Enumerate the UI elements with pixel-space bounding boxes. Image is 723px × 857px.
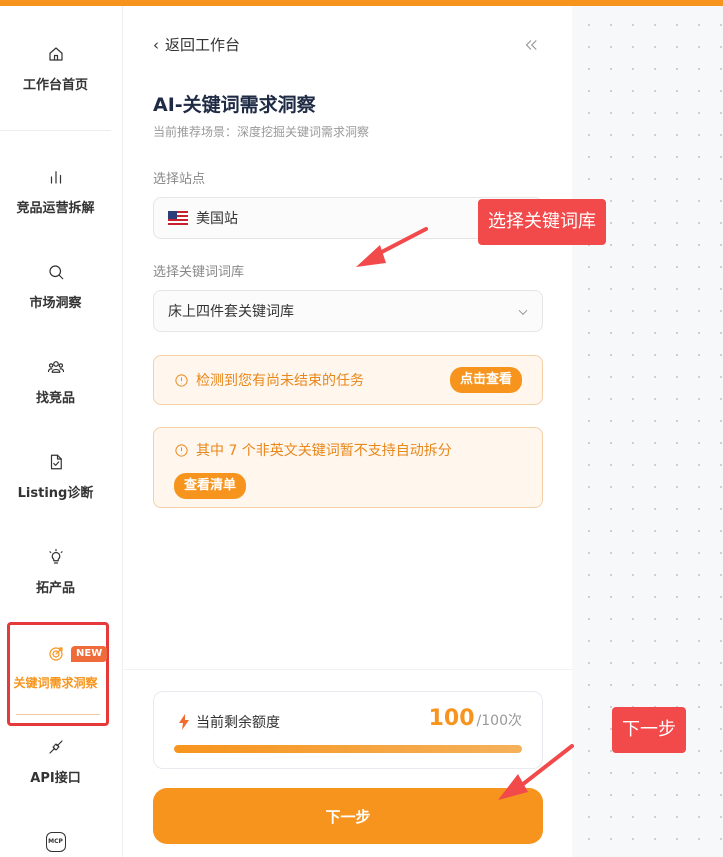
sidebar-item-label: 拓产品 xyxy=(35,581,75,596)
bar-chart-icon xyxy=(46,167,66,187)
quota-progress-fill xyxy=(174,745,522,753)
lightning-icon xyxy=(179,714,189,730)
quota-label: 当前剩余额度 xyxy=(196,715,280,731)
warning-icon xyxy=(174,443,190,459)
sidebar: 工作台首页 竞品运营拆解 市场洞察 找竞品 Listing诊断 拓产品 关键词需… xyxy=(0,6,123,857)
target-icon xyxy=(46,644,66,664)
sidebar-item-competitor-analysis[interactable]: 竞品运营拆解 xyxy=(0,167,111,216)
sidebar-item-find-competitor[interactable]: 找竞品 xyxy=(0,357,111,406)
new-badge: NEW xyxy=(71,646,108,662)
document-check-icon xyxy=(46,452,66,472)
sidebar-item-label: 找竞品 xyxy=(35,391,75,406)
page-title: AI-关键词需求洞察 xyxy=(153,94,316,116)
back-to-workbench-link[interactable]: ‹ 返回工作台 xyxy=(153,34,240,55)
sidebar-item-api[interactable]: API接口 xyxy=(0,737,111,786)
annotation-arrow-next xyxy=(498,744,574,800)
us-flag-icon xyxy=(168,211,188,225)
sidebar-item-label: 竞品运营拆解 xyxy=(16,201,95,216)
annotation-callout-library: 选择关键词库 xyxy=(478,199,606,245)
collapse-panel-icon[interactable] xyxy=(522,36,542,56)
quota-total: /100次 xyxy=(476,713,522,729)
library-value: 床上四件套关键词库 xyxy=(168,304,294,320)
users-icon xyxy=(46,357,66,377)
sidebar-item-listing-diagnosis[interactable]: Listing诊断 xyxy=(0,452,111,501)
notice-text: 检测到您有尚未结束的任务 xyxy=(196,373,364,389)
mcp-icon: MCP xyxy=(45,832,66,852)
library-label: 选择关键词词库 xyxy=(153,265,245,280)
sidebar-item-mcp[interactable]: MCP xyxy=(0,832,111,857)
chevron-down-icon xyxy=(516,305,530,319)
footer-divider xyxy=(124,669,572,670)
notice-text: 其中 7 个非英文关键词暂不支持自动拆分 xyxy=(196,443,452,459)
page-subtitle: 当前推荐场景：深度挖掘关键词需求洞察 xyxy=(153,125,370,139)
site-value: 美国站 xyxy=(196,211,238,227)
annotation-arrow-library xyxy=(356,227,428,267)
sidebar-item-label: API接口 xyxy=(30,771,81,786)
search-icon xyxy=(46,262,66,282)
plug-icon xyxy=(46,737,66,757)
warning-icon xyxy=(174,373,190,389)
site-label: 选择站点 xyxy=(153,172,206,187)
unfinished-task-notice: 检测到您有尚未结束的任务 点击查看 xyxy=(153,355,543,405)
view-task-button[interactable]: 点击查看 xyxy=(449,367,522,393)
quota-remaining: 100 xyxy=(428,706,475,731)
keyword-library-select[interactable]: 床上四件套关键词库 xyxy=(153,290,543,332)
next-step-button[interactable]: 下一步 xyxy=(153,788,543,844)
sidebar-item-label: Listing诊断 xyxy=(17,486,94,501)
back-label: 返回工作台 xyxy=(165,36,241,54)
view-list-button[interactable]: 查看清单 xyxy=(174,473,247,499)
sidebar-item-label: 市场洞察 xyxy=(29,296,82,311)
chevron-left-icon: ‹ xyxy=(153,35,159,54)
non-english-notice: 其中 7 个非英文关键词暂不支持自动拆分 查看清单 xyxy=(153,427,543,508)
annotation-callout-next: 下一步 xyxy=(612,707,686,753)
quota-progress-bar xyxy=(174,745,522,753)
sidebar-item-market-insight[interactable]: 市场洞察 xyxy=(0,262,111,311)
sidebar-item-label: 关键词需求洞察 xyxy=(13,676,98,690)
lightbulb-icon xyxy=(46,547,66,567)
sidebar-divider xyxy=(0,130,111,131)
sidebar-item-label: 工作台首页 xyxy=(22,78,88,93)
sidebar-item-home[interactable]: 工作台首页 xyxy=(0,44,111,93)
home-icon xyxy=(46,44,66,64)
quota-card: 当前剩余额度 100 /100次 xyxy=(153,691,543,769)
sidebar-item-expand-product[interactable]: 拓产品 xyxy=(0,547,111,596)
